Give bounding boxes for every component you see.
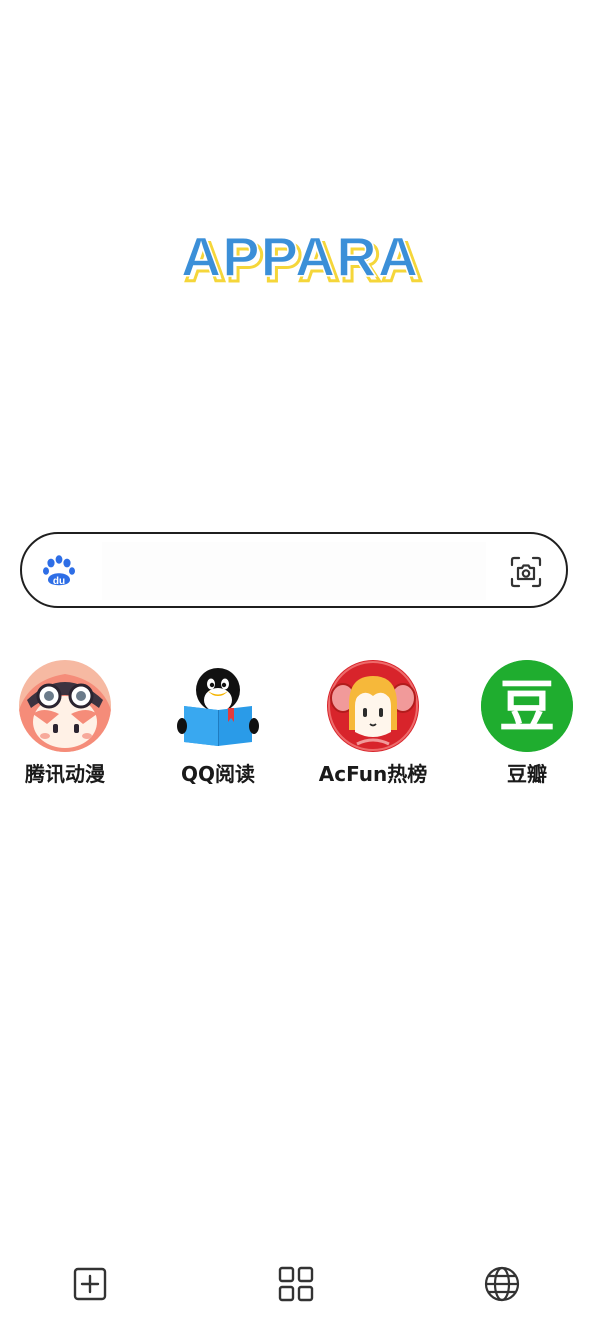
appara-logo: APPARA APPARA	[0, 218, 604, 298]
app-screen: APPARA APPARA du 腾讯动漫 QQ阅读 AcFun热榜 豆 豆瓣	[0, 0, 604, 1324]
shortcut-label: QQ阅读	[180, 762, 255, 786]
shortcut-qq-reading[interactable]: QQ阅读	[148, 660, 288, 790]
shortcut-label: 豆瓣	[507, 762, 547, 786]
logo-svg: APPARA APPARA	[180, 224, 424, 294]
douban-icon: 豆	[481, 660, 573, 752]
shortcut-label: AcFun热榜	[318, 762, 428, 786]
add-box-icon[interactable]	[70, 1264, 110, 1304]
search-bar[interactable]: du	[20, 532, 568, 608]
shortcut-douban[interactable]: 豆 豆瓣	[457, 660, 597, 790]
tencent-comic-icon	[19, 660, 111, 752]
search-input[interactable]	[102, 542, 486, 600]
douban-glyph: 豆	[499, 675, 555, 740]
shortcut-tencent-comic[interactable]: 腾讯动漫	[0, 660, 135, 790]
camera-scan-icon[interactable]	[508, 554, 544, 590]
bottom-nav	[0, 1256, 604, 1312]
globe-icon[interactable]	[482, 1264, 522, 1304]
baidu-paw-icon[interactable]: du	[42, 554, 76, 588]
shortcut-label: 腾讯动漫	[25, 762, 105, 786]
acfun-icon	[327, 660, 419, 752]
baidu-du-text: du	[53, 576, 65, 587]
qq-reading-icon	[172, 660, 264, 752]
logo-text: APPARA	[181, 225, 419, 288]
apps-grid-icon[interactable]	[276, 1264, 316, 1304]
shortcut-acfun[interactable]: AcFun热榜	[303, 660, 443, 790]
